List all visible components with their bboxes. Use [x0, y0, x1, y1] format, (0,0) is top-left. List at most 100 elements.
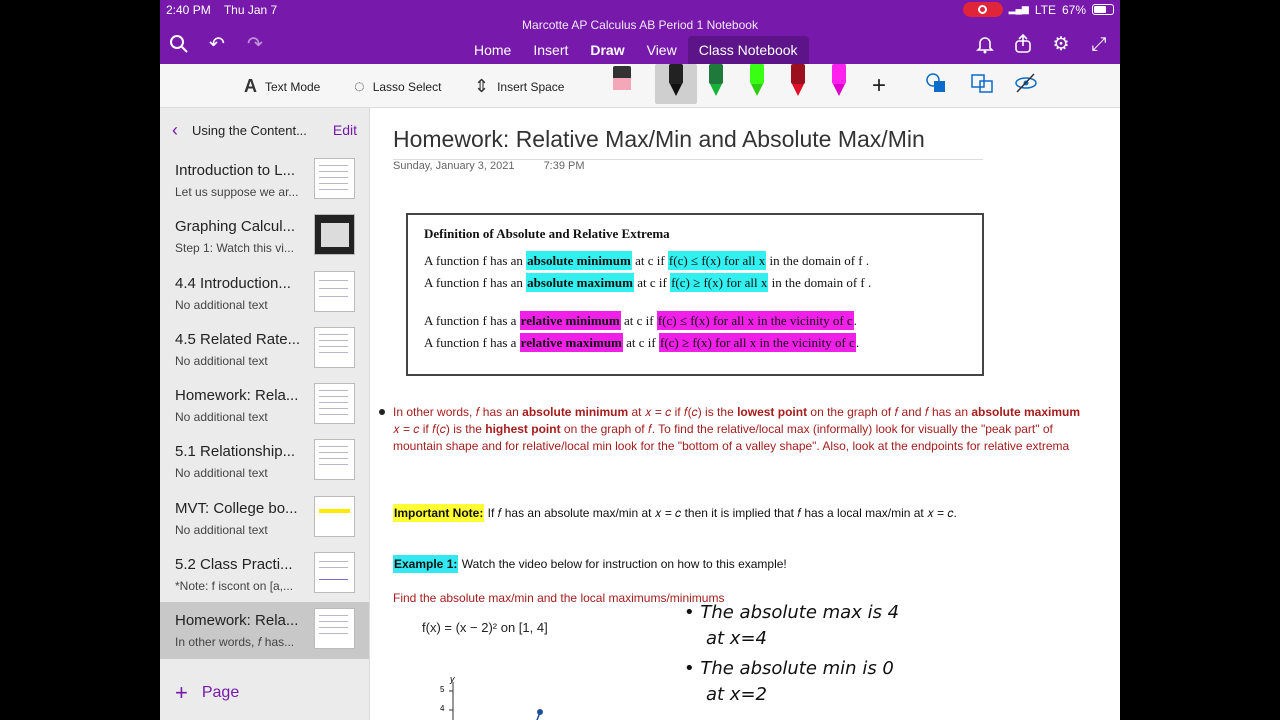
def-term: relative minimum [519, 311, 621, 330]
redo-icon[interactable]: ↷ [244, 34, 266, 56]
def-text: in the domain of f . [768, 275, 872, 290]
para-text: on the graph of 𝑓. To find the relative/… [560, 422, 1053, 436]
share-icon[interactable] [1012, 33, 1034, 56]
para-text: on the graph of 𝑓 and 𝑓 has an [807, 405, 972, 419]
plus-icon: + [175, 680, 188, 705]
section-name: Using the Content... [192, 122, 307, 138]
page-item[interactable]: 5.2 Class Practi... *Note: f iscont on [… [160, 546, 369, 602]
onenote-screen: 2:40 PM Thu Jan 7 ▂▄▆ LTE 67% Marcotte A… [160, 0, 1120, 720]
def-text: in the domain of f . [766, 253, 870, 268]
page-thumbnail [314, 495, 355, 537]
handwritten-note[interactable]: at x=2 [706, 684, 767, 705]
page-item[interactable]: 5.1 Relationship... No additional text [160, 433, 369, 489]
bell-icon[interactable] [974, 34, 996, 56]
page-item-selected[interactable]: Homework: Rela... In other words, 𝑓 has.… [160, 602, 369, 659]
text-mode-icon: A [244, 76, 257, 96]
def-text: . [853, 313, 857, 328]
page-item-title: Homework: Rela... [175, 612, 299, 630]
page-thumbnail [314, 270, 355, 312]
text-mode-label: Text Mode [265, 79, 321, 94]
handwritten-note[interactable]: • The absolute max is 4 [684, 602, 899, 623]
insert-space-button[interactable]: ⇕ Insert Space [474, 76, 564, 97]
find-instruction[interactable]: Find the absolute max/min and the local … [393, 591, 724, 605]
page-item[interactable]: 4.5 Related Rate... No additional text [160, 321, 369, 377]
edit-button[interactable]: Edit [333, 122, 357, 138]
page-item[interactable]: Homework: Rela... No additional text [160, 377, 369, 433]
add-pen-icon[interactable]: + [872, 72, 886, 100]
green-pen-icon[interactable] [705, 64, 727, 98]
def-term: relative maximum [519, 333, 623, 352]
page-item[interactable]: MVT: College bo... No additional text [160, 490, 369, 546]
def-text: at c if [633, 275, 671, 290]
para-bold: absolute maximum [971, 405, 1081, 419]
page-item-subtitle: In other words, 𝑓 has... [175, 635, 295, 650]
lasso-select-button[interactable]: ◌ Lasso Select [354, 76, 441, 97]
add-page-button[interactable]: + Page [175, 680, 239, 706]
page-item-title: Graphing Calcul... [175, 218, 296, 236]
red-pen-icon[interactable] [787, 64, 809, 98]
handwritten-note[interactable]: at x=4 [706, 628, 767, 649]
page-title[interactable]: Homework: Relative Max/Min and Absolute … [393, 126, 983, 160]
handwritten-note[interactable]: • The absolute min is 0 [684, 658, 894, 679]
explanation-paragraph[interactable]: In other words, 𝑓 has an absolute minimu… [393, 404, 1120, 455]
definition-image[interactable]: Definition of Absolute and Relative Extr… [406, 213, 984, 376]
example-line[interactable]: Example 1: Watch the video below for ins… [393, 555, 787, 573]
page-item-subtitle: No additional text [175, 297, 268, 312]
fullscreen-icon[interactable]: ⤢ [1088, 34, 1110, 56]
page-item-subtitle: No additional text [175, 466, 268, 481]
example-label: Example 1: [393, 555, 459, 573]
page-item[interactable]: 4.4 Introduction... No additional text [160, 265, 369, 321]
page-item-title: 4.5 Related Rate... [175, 330, 301, 348]
page-item-subtitle: Step 1: Watch this vi... [175, 241, 294, 256]
page-date: Sunday, January 3, 2021 7:39 PM [393, 160, 585, 172]
def-text: A function f has an [424, 253, 527, 268]
page-thumbnail [314, 608, 355, 650]
page-item[interactable]: Graphing Calcul... Step 1: Watch this vi… [160, 208, 369, 264]
bullet-icon [379, 409, 385, 415]
page-date-text: Sunday, January 3, 2021 [393, 160, 515, 172]
magenta-highlighter-icon[interactable] [828, 64, 850, 98]
definition-line: A function f has an absolute maximum at … [424, 273, 872, 292]
page-item-subtitle: *Note: f iscont on [a,... [175, 579, 294, 594]
eraser-icon[interactable] [611, 64, 633, 98]
lasso-label: Lasso Select [372, 79, 442, 94]
page-item-subtitle: Let us suppose we ar... [175, 185, 299, 199]
text-mode-button[interactable]: A Text Mode [244, 76, 320, 97]
ink-replay-icon[interactable] [1014, 72, 1038, 94]
graph-svg [449, 682, 543, 720]
top-bar: 2:40 PM Thu Jan 7 ▂▄▆ LTE 67% Marcotte A… [160, 0, 1120, 68]
page-item-title: Homework: Rela... [175, 387, 299, 405]
page-thumbnail [314, 214, 355, 256]
page-item-title: Introduction to L... [175, 162, 296, 179]
green-highlighter-icon[interactable] [746, 64, 768, 98]
page-thumbnail [314, 383, 355, 425]
undo-icon[interactable]: ↶ [206, 34, 228, 56]
shapes-icon[interactable] [925, 72, 947, 94]
para-text: 𝑥 = 𝑐 if 𝑓(𝑐) is the [393, 422, 486, 436]
page-item[interactable]: Introduction to L... Let us suppose we a… [160, 152, 369, 208]
page-item-title: 5.2 Class Practi... [175, 556, 293, 574]
status-date: Thu Jan 7 [223, 3, 278, 17]
notebook-title: Marcotte AP Calculus AB Period 1 Noteboo… [522, 18, 758, 32]
ink-to-shape-icon[interactable] [969, 72, 995, 94]
back-chevron-icon[interactable]: ‹ [172, 120, 178, 141]
def-text: . [855, 335, 860, 350]
important-note[interactable]: Important Note: If 𝑓 has an absolute max… [393, 504, 957, 522]
battery-icon [1092, 4, 1114, 15]
para-text: at 𝑥 = 𝑐 if 𝑓(𝑐) is the [628, 405, 738, 419]
note-label: Important Note: [393, 504, 485, 522]
para-bold: lowest point [737, 405, 808, 419]
page-list-sidebar: ‹ Using the Content... Edit Introduction… [160, 108, 370, 720]
gear-icon[interactable]: ⚙ [1050, 34, 1072, 56]
search-icon[interactable] [168, 34, 190, 56]
def-condition: f(c) ≤ f(x) for all x [667, 251, 767, 270]
def-text: A function f has an [424, 275, 527, 290]
page-canvas[interactable]: Homework: Relative Max/Min and Absolute … [370, 108, 1120, 720]
insert-space-label: Insert Space [497, 79, 565, 94]
definition-line: A function f has a relative maximum at c… [424, 333, 860, 352]
definition-heading: Definition of Absolute and Relative Extr… [424, 226, 670, 241]
def-text: at c if [620, 313, 657, 328]
black-pen-icon[interactable] [665, 64, 687, 98]
screen-recording-icon[interactable] [962, 2, 1003, 17]
def-condition: f(c) ≥ f(x) for all x [670, 273, 769, 292]
